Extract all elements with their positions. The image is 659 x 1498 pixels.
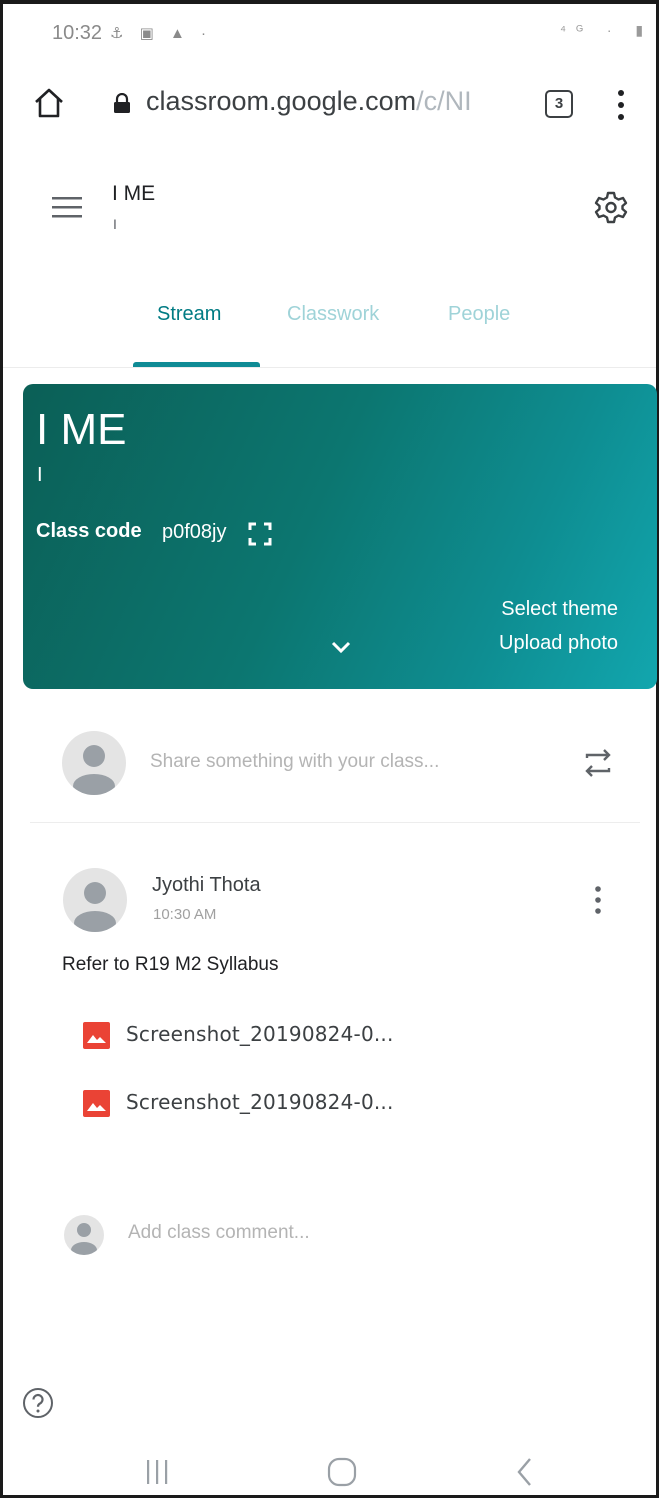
tab-people[interactable]: People xyxy=(448,303,510,326)
class-comment-input[interactable]: Add class comment... xyxy=(128,1222,310,1244)
home-button-icon[interactable] xyxy=(326,1455,358,1489)
class-code-label: Class code xyxy=(36,520,142,542)
repost-icon[interactable] xyxy=(582,745,614,781)
class-code-value: p0f08jy xyxy=(162,521,227,543)
fullscreen-icon[interactable] xyxy=(248,522,272,546)
post-text: Refer to R19 M2 Syllabus xyxy=(62,954,279,975)
back-icon[interactable] xyxy=(515,1456,535,1488)
post-timestamp: 10:30 AM xyxy=(153,906,217,923)
chevron-down-icon[interactable] xyxy=(330,638,352,656)
person-icon xyxy=(73,745,115,795)
image-file-icon xyxy=(83,1022,110,1049)
tab-stream[interactable]: Stream xyxy=(157,303,221,326)
banner-class-section: I xyxy=(37,464,43,486)
tab-switcher-button[interactable]: 3 xyxy=(545,90,573,118)
class-section: I xyxy=(113,216,117,232)
post-author: Jyothi Thota xyxy=(152,874,261,896)
gear-icon[interactable] xyxy=(594,190,628,224)
user-avatar xyxy=(62,731,126,795)
recent-apps-icon[interactable] xyxy=(145,1457,169,1487)
url-host: classroom.google.com xyxy=(146,86,417,116)
url-path: /c/NI xyxy=(416,86,472,116)
status-time: 10:32 xyxy=(52,22,103,44)
banner-class-title: I ME xyxy=(36,405,127,454)
help-icon[interactable] xyxy=(22,1387,54,1419)
upload-photo-link[interactable]: Upload photo xyxy=(470,632,618,655)
commenter-avatar xyxy=(64,1215,104,1255)
browser-menu-icon[interactable] xyxy=(616,88,626,122)
person-icon xyxy=(74,882,116,932)
lock-icon xyxy=(114,93,130,113)
status-notification-icons: ⚓ ▣ ▲ · xyxy=(110,25,212,42)
hamburger-menu-icon[interactable] xyxy=(52,195,82,219)
attachment-link[interactable]: Screenshot_20190824-0... xyxy=(126,1022,394,1046)
share-divider xyxy=(30,822,640,823)
attachment-link[interactable]: Screenshot_20190824-0... xyxy=(126,1090,394,1114)
select-theme-link[interactable]: Select theme xyxy=(470,598,618,621)
url-bar[interactable]: classroom.google.com/c/NI xyxy=(146,86,472,117)
status-signal-icons: ⁴ᴳ · ▮ xyxy=(560,22,654,38)
author-avatar xyxy=(63,868,127,932)
image-file-icon xyxy=(83,1090,110,1117)
home-icon[interactable] xyxy=(32,86,66,120)
more-vert-icon[interactable] xyxy=(593,884,603,916)
class-title: I ME xyxy=(112,182,156,205)
person-icon xyxy=(71,1223,97,1255)
tab-divider xyxy=(3,367,656,368)
tab-classwork[interactable]: Classwork xyxy=(287,303,379,326)
share-input[interactable]: Share something with your class... xyxy=(150,751,439,773)
